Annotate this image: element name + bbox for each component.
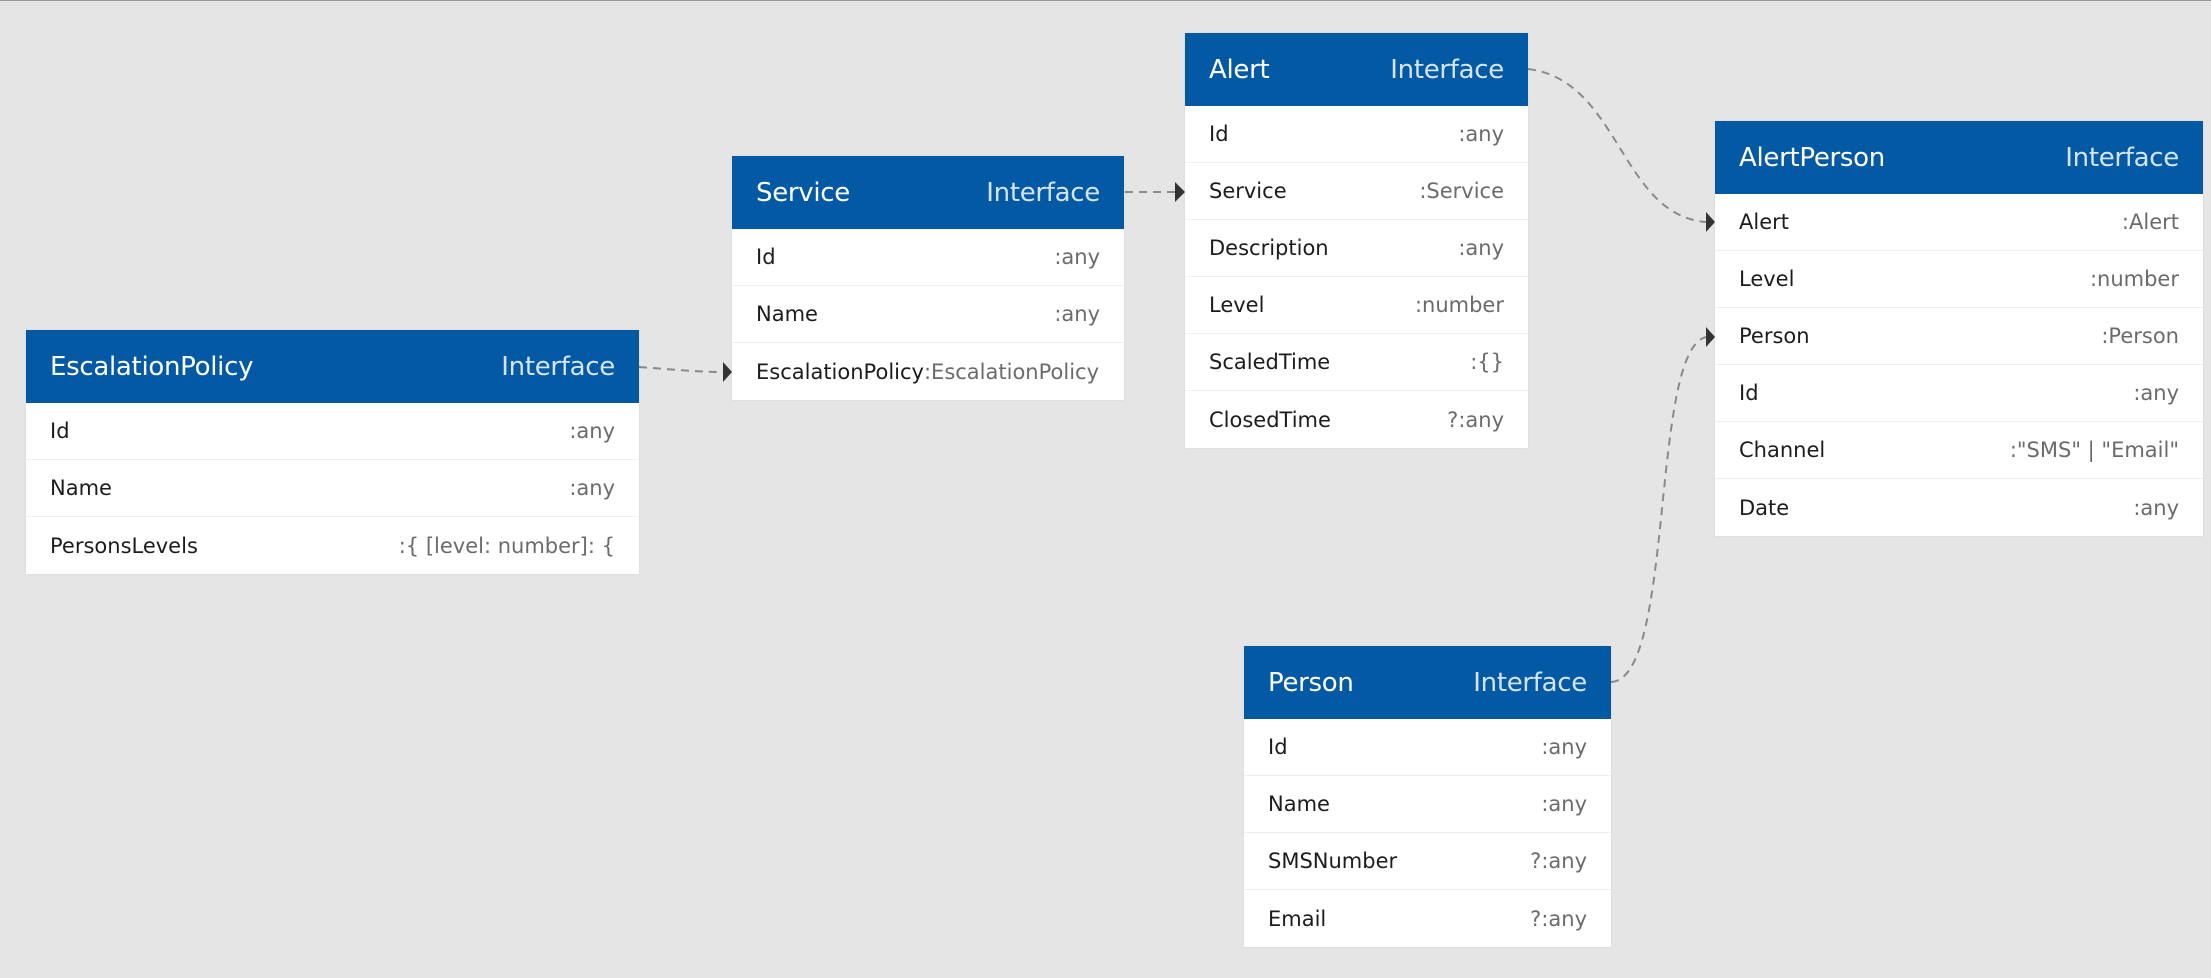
entity-kind: Interface (2065, 142, 2179, 173)
field-row[interactable]: Id :any (1715, 365, 2203, 422)
field-type: :any (2133, 381, 2179, 405)
entity-kind: Interface (986, 177, 1100, 208)
arrowhead-alert-service (1175, 182, 1185, 202)
entity-service[interactable]: Service Interface Id :any Name :any Esca… (732, 156, 1124, 400)
field-type: :number (2089, 267, 2179, 291)
field-name: Name (1268, 792, 1330, 816)
field-name: Id (1209, 122, 1229, 146)
entity-escalationpolicy[interactable]: EscalationPolicy Interface Id :any Name … (26, 330, 639, 574)
field-row[interactable]: Name :any (1244, 776, 1611, 833)
field-row[interactable]: Channel :"SMS" | "Email" (1715, 422, 2203, 479)
field-name: Name (50, 476, 112, 500)
field-name: ScaledTime (1209, 350, 1331, 374)
field-name: Description (1209, 236, 1329, 260)
field-name: Date (1739, 495, 1790, 520)
field-name: Level (1209, 293, 1265, 317)
field-name: PersonsLevels (50, 533, 198, 558)
field-row[interactable]: ClosedTime ?:any (1185, 391, 1528, 448)
entity-header[interactable]: Person Interface (1244, 646, 1611, 719)
entity-title: Service (756, 177, 850, 208)
entity-header[interactable]: Alert Interface (1185, 33, 1528, 106)
connector-alert-alertperson (1527, 68, 1707, 223)
field-type: :"SMS" | "Email" (2009, 438, 2179, 462)
field-name: Id (756, 245, 776, 269)
entity-header[interactable]: EscalationPolicy Interface (26, 330, 639, 403)
field-name: Level (1739, 267, 1795, 291)
field-type: :any (1458, 236, 1504, 260)
field-type: :any (569, 419, 615, 443)
field-row[interactable]: Person :Person (1715, 308, 2203, 365)
field-name: Id (1739, 381, 1759, 405)
entity-alert[interactable]: Alert Interface Id :any Service :Service… (1185, 33, 1528, 448)
connector-person-alertperson (1610, 336, 1707, 683)
field-type: :any (569, 476, 615, 500)
field-row[interactable]: Date :any (1715, 479, 2203, 536)
field-row[interactable]: Id :any (732, 229, 1124, 286)
field-type: :number (1414, 293, 1504, 317)
field-type: :Person (2101, 324, 2179, 348)
entity-header[interactable]: Service Interface (732, 156, 1124, 229)
field-type: :{ [level: number]: { (398, 533, 615, 558)
field-type: :{} (1470, 350, 1504, 374)
field-name: Alert (1739, 210, 1789, 234)
entity-title: EscalationPolicy (50, 351, 254, 382)
field-type: ?:any (1447, 407, 1504, 432)
entity-kind: Interface (1473, 667, 1587, 698)
field-row[interactable]: Id :any (1185, 106, 1528, 163)
field-row[interactable]: ScaledTime :{} (1185, 334, 1528, 391)
field-name: ClosedTime (1209, 407, 1331, 432)
entity-person[interactable]: Person Interface Id :any Name :any SMSNu… (1244, 646, 1611, 947)
field-row[interactable]: Alert :Alert (1715, 194, 2203, 251)
field-name: Service (1209, 179, 1287, 203)
entity-title: Alert (1209, 54, 1270, 85)
field-type: :EscalationPolicy (923, 359, 1100, 384)
arrowhead-alertperson-alert (1706, 212, 1715, 232)
field-name: SMSNumber (1268, 849, 1398, 873)
arrowhead-alertperson-person (1706, 327, 1715, 347)
field-type: :any (1054, 302, 1100, 326)
field-type: :any (1541, 735, 1587, 759)
field-type: :any (1054, 245, 1100, 269)
entity-kind: Interface (501, 351, 615, 382)
arrowhead-service-escalationpolicy (723, 362, 732, 382)
entity-title: Person (1268, 667, 1354, 698)
entity-alertperson[interactable]: AlertPerson Interface Alert :Alert Level… (1715, 121, 2203, 536)
field-row[interactable]: Name :any (732, 286, 1124, 343)
entity-title: AlertPerson (1739, 142, 1885, 173)
field-row[interactable]: PersonsLevels :{ [level: number]: { (26, 517, 639, 574)
field-row[interactable]: EscalationPolicy :EscalationPolicy (732, 343, 1124, 400)
field-type: :any (1541, 792, 1587, 816)
field-row[interactable]: Service :Service (1185, 163, 1528, 220)
field-name: Id (50, 419, 70, 443)
field-name: Name (756, 302, 818, 326)
field-name: Channel (1739, 438, 1826, 462)
field-row[interactable]: Id :any (1244, 719, 1611, 776)
field-type: :Alert (2121, 210, 2179, 234)
field-name: Id (1268, 735, 1288, 759)
field-name: EscalationPolicy (756, 359, 924, 384)
field-row[interactable]: Level :number (1715, 251, 2203, 308)
connector-escalationpolicy-service (638, 366, 725, 373)
field-name: Email (1268, 906, 1327, 931)
field-name: Person (1739, 324, 1810, 348)
field-type: :any (2133, 495, 2179, 520)
field-row[interactable]: Name :any (26, 460, 639, 517)
entity-kind: Interface (1390, 54, 1504, 85)
field-row[interactable]: Description :any (1185, 220, 1528, 277)
field-row[interactable]: Level :number (1185, 277, 1528, 334)
field-row[interactable]: Id :any (26, 403, 639, 460)
field-type: ?:any (1530, 906, 1587, 931)
field-type: :Service (1419, 179, 1504, 203)
field-type: :any (1458, 122, 1504, 146)
field-row[interactable]: SMSNumber ?:any (1244, 833, 1611, 890)
field-row[interactable]: Email ?:any (1244, 890, 1611, 947)
field-type: ?:any (1530, 849, 1587, 873)
entity-header[interactable]: AlertPerson Interface (1715, 121, 2203, 194)
